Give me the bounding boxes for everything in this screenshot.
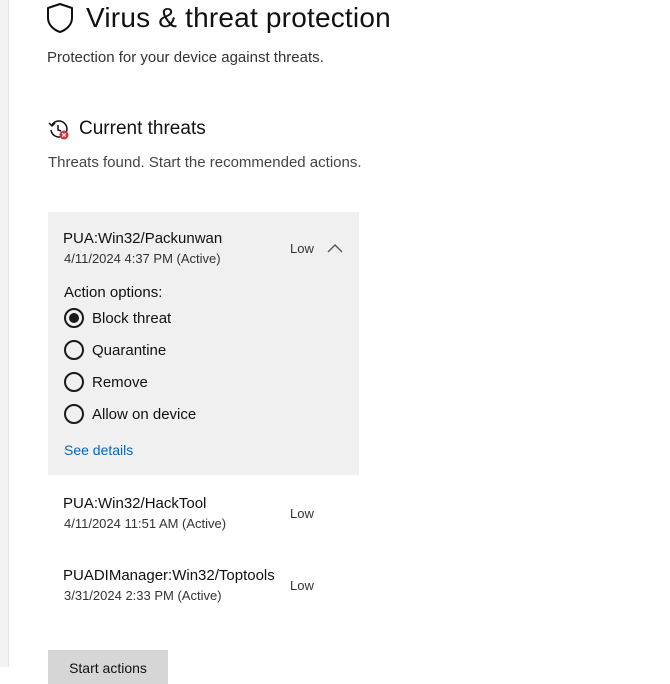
threat-row[interactable]: PUADIManager:Win32/Toptools 3/31/2024 2:…	[48, 556, 359, 620]
page-subtitle: Protection for your device against threa…	[47, 49, 324, 66]
threat-level: Low	[290, 506, 314, 521]
current-threats-header: Current threats	[48, 118, 206, 140]
threat-date: 4/11/2024 4:37 PM (Active)	[64, 251, 221, 266]
shield-icon	[46, 2, 74, 34]
threat-date: 3/31/2024 2:33 PM (Active)	[64, 588, 222, 603]
radio-label: Remove	[92, 373, 148, 391]
page-title: Virus & threat protection	[86, 2, 391, 33]
radio-label: Allow on device	[92, 405, 197, 423]
threat-level: Low	[290, 241, 314, 256]
radio-quarantine[interactable]: Quarantine	[64, 339, 166, 361]
threat-name: PUA:Win32/HackTool	[63, 495, 207, 512]
threat-name: PUADIManager:Win32/Toptools	[63, 567, 275, 584]
radio-allow-on-device[interactable]: Allow on device	[64, 403, 196, 425]
start-actions-button[interactable]: Start actions	[48, 650, 168, 684]
page-header: Virus & threat protection	[46, 0, 391, 36]
radio-button-selected[interactable]	[64, 308, 84, 328]
radio-label: Block threat	[92, 309, 172, 327]
threat-name: PUA:Win32/Packunwan	[63, 230, 223, 247]
current-threats-title: Current threats	[79, 118, 206, 139]
threat-level: Low	[290, 578, 314, 593]
clock-history-icon	[48, 119, 69, 140]
action-options-label: Action options:	[64, 284, 163, 301]
radio-button[interactable]	[64, 340, 84, 360]
radio-button[interactable]	[64, 372, 84, 392]
see-details-link[interactable]: See details	[64, 442, 133, 458]
threat-card-expanded[interactable]: PUA:Win32/Packunwan 4/11/2024 4:37 PM (A…	[48, 212, 359, 475]
threat-row[interactable]: PUA:Win32/HackTool 4/11/2024 11:51 AM (A…	[48, 484, 359, 548]
chevron-up-icon[interactable]	[327, 240, 343, 253]
radio-label: Quarantine	[92, 341, 167, 359]
left-rail	[0, 0, 9, 667]
radio-remove[interactable]: Remove	[64, 371, 148, 393]
threat-date: 4/11/2024 11:51 AM (Active)	[64, 516, 227, 531]
radio-block-threat[interactable]: Block threat	[64, 307, 171, 329]
radio-button[interactable]	[64, 404, 84, 424]
current-threats-description: Threats found. Start the recommended act…	[48, 154, 362, 171]
